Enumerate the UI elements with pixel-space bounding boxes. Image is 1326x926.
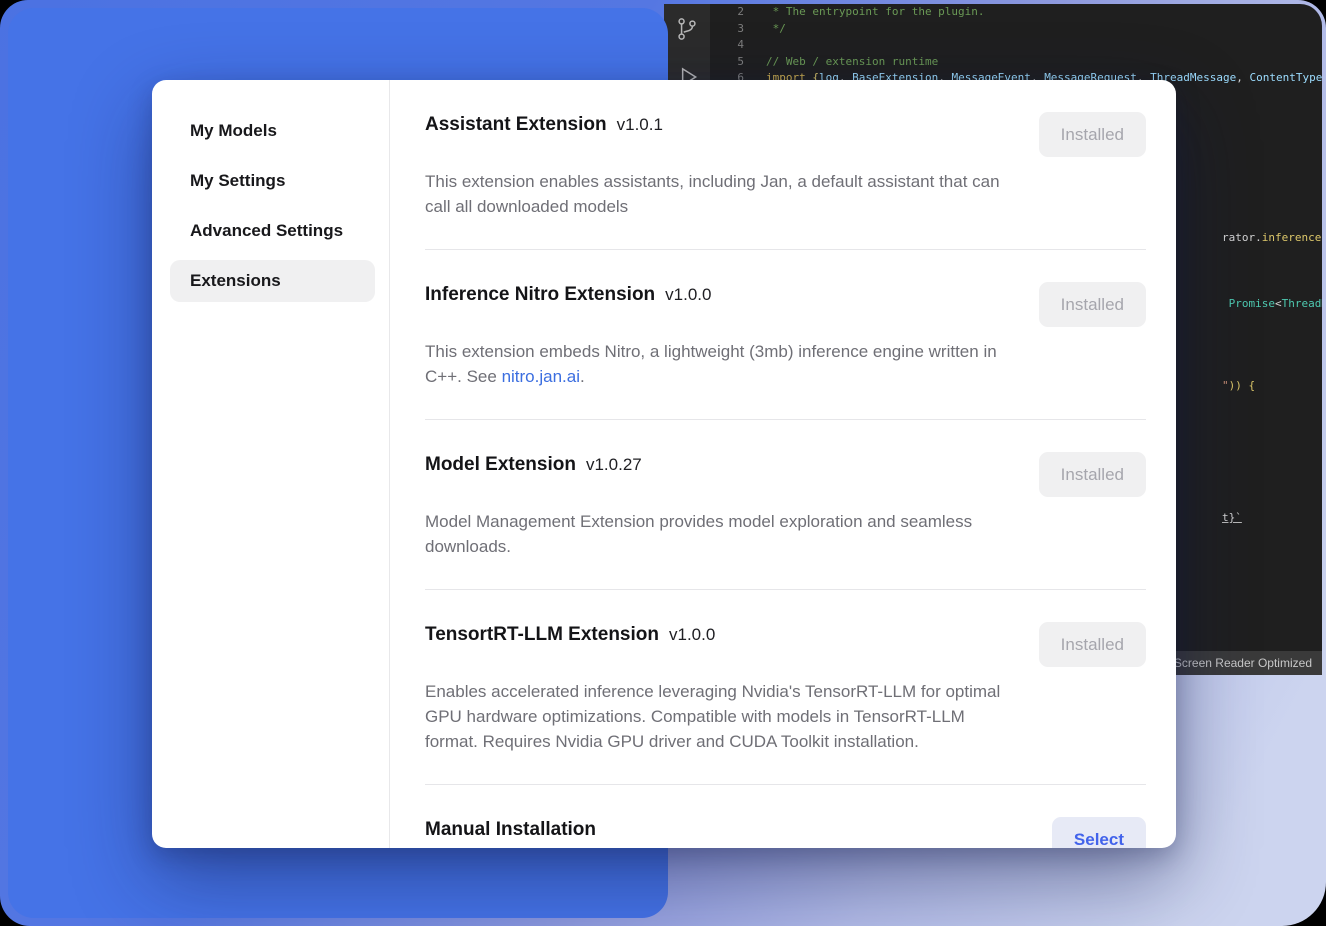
select-file-button[interactable]: Select <box>1052 817 1146 848</box>
extension-name: Assistant Extension <box>425 112 607 138</box>
installed-button[interactable]: Installed <box>1039 622 1146 667</box>
sidebar-item-label: Extensions <box>190 271 281 291</box>
description-text: Model Management Extension provides mode… <box>425 512 972 556</box>
extension-description: Enables accelerated inference leveraging… <box>425 679 1017 754</box>
line-number: 2 <box>710 4 758 21</box>
extension-entry-manual-installation: Manual Installation Select Select an ext… <box>425 785 1146 848</box>
installed-button[interactable]: Installed <box>1039 112 1146 157</box>
extension-entry-model: Model Extension v1.0.27 Installed Model … <box>425 420 1146 590</box>
line-number: 5 <box>710 54 758 71</box>
extensions-list: Assistant Extension v1.0.1 Installed Thi… <box>390 80 1176 848</box>
code-text <box>758 37 766 54</box>
extension-name: Model Extension <box>425 452 576 478</box>
nitro-jan-ai-link[interactable]: nitro.jan.ai <box>502 367 580 386</box>
code-fragment: ")) { <box>1222 378 1255 394</box>
extension-entry-inference-nitro: Inference Nitro Extension v1.0.0 Install… <box>425 250 1146 420</box>
sidebar-item-label: My Models <box>190 121 277 141</box>
sidebar-item-my-models[interactable]: My Models <box>170 110 375 152</box>
settings-modal: My Models My Settings Advanced Settings … <box>152 80 1176 848</box>
extension-description: Model Management Extension provides mode… <box>425 509 1017 559</box>
settings-sidebar: My Models My Settings Advanced Settings … <box>152 80 390 848</box>
extension-description: This extension enables assistants, inclu… <box>425 169 1017 219</box>
description-text: This extension enables assistants, inclu… <box>425 172 1000 216</box>
extension-version: v1.0.0 <box>665 285 711 305</box>
code-fragment: rator.inference(data)); <box>1222 230 1322 246</box>
desktop-scene: 2 * The entrypoint for the plugin. 3 */ … <box>0 0 1326 926</box>
extension-description: This extension embeds Nitro, a lightweig… <box>425 339 1017 389</box>
installed-button[interactable]: Installed <box>1039 452 1146 497</box>
code-fragment: t}` <box>1222 510 1242 526</box>
line-number: 3 <box>710 21 758 38</box>
code-line: 5 // Web / extension runtime <box>710 54 1322 71</box>
extension-name: Inference Nitro Extension <box>425 282 655 308</box>
description-text: Enables accelerated inference leveraging… <box>425 682 1000 751</box>
installed-button[interactable]: Installed <box>1039 282 1146 327</box>
extension-entry-assistant: Assistant Extension v1.0.1 Installed Thi… <box>425 80 1146 250</box>
sidebar-item-advanced-settings[interactable]: Advanced Settings <box>170 210 375 252</box>
extension-name: TensortRT-LLM Extension <box>425 622 659 648</box>
sidebar-item-label: Advanced Settings <box>190 221 343 241</box>
extension-version: v1.0.27 <box>586 455 642 475</box>
code-text: // Web / extension runtime <box>758 54 938 71</box>
source-control-icon[interactable] <box>674 16 700 42</box>
code-line: 2 * The entrypoint for the plugin. <box>710 4 1322 21</box>
description-text: . <box>580 367 585 386</box>
code-text: */ <box>758 21 786 38</box>
code-fragment: Promise<ThreadMessage> <box>1222 296 1322 312</box>
code-line: 4 <box>710 37 1322 54</box>
extension-entry-tensorrt-llm: TensortRT-LLM Extension v1.0.0 Installed… <box>425 590 1146 785</box>
extension-version: v1.0.1 <box>617 115 663 135</box>
extension-version: v1.0.0 <box>669 625 715 645</box>
screen-reader-status-item[interactable]: Screen Reader Optimized <box>1164 651 1322 675</box>
line-number: 4 <box>710 37 758 54</box>
sidebar-item-extensions[interactable]: Extensions <box>170 260 375 302</box>
code-text: * The entrypoint for the plugin. <box>758 4 985 21</box>
sidebar-item-my-settings[interactable]: My Settings <box>170 160 375 202</box>
extension-name: Manual Installation <box>425 817 596 843</box>
sidebar-item-label: My Settings <box>190 171 285 191</box>
code-line: 3 */ <box>710 21 1322 38</box>
